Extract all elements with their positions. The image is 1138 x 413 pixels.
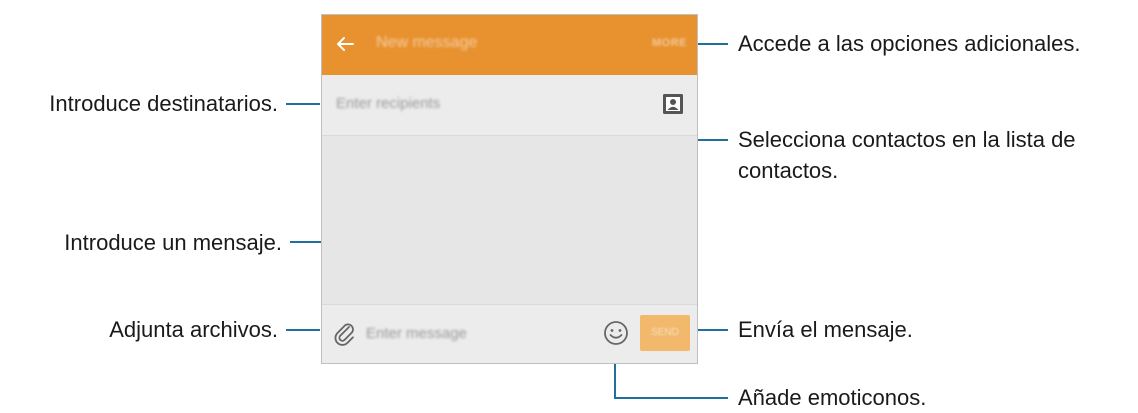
app-bar: New message MORE [322,15,697,75]
arrow-left-icon[interactable] [332,31,358,57]
contact-card-icon[interactable] [661,92,685,116]
send-button-label: SEND [651,327,679,338]
message-input[interactable]: Enter message [366,325,467,342]
phone-screen: New message MORE Enter recipients Enter … [321,14,698,364]
callout-message: Introduce un mensaje. [64,230,282,255]
callout-more-options: Accede a las opciones adicionales. [738,31,1081,56]
callout-recipients: Introduce destinatarios. [49,91,278,116]
smiley-face-icon[interactable] [602,319,630,347]
callout-contacts-line1: Selecciona contactos en la lista de [738,127,1076,152]
recipient-input[interactable]: Enter recipients [336,95,440,112]
more-button[interactable]: MORE [652,37,687,49]
paperclip-icon[interactable] [332,320,358,348]
message-thread-area [322,136,697,306]
send-button[interactable]: SEND [640,315,690,351]
callout-send: Envía el mensaje. [738,317,913,342]
recipient-row: Enter recipients [322,75,697,136]
callout-emoticons: Añade emoticonos. [738,385,927,410]
callout-attach: Adjunta archivos. [109,317,278,342]
compose-bar: Enter message SEND [322,304,697,363]
callout-contacts-line2: contactos. [738,158,839,183]
page-title: New message [376,34,478,51]
